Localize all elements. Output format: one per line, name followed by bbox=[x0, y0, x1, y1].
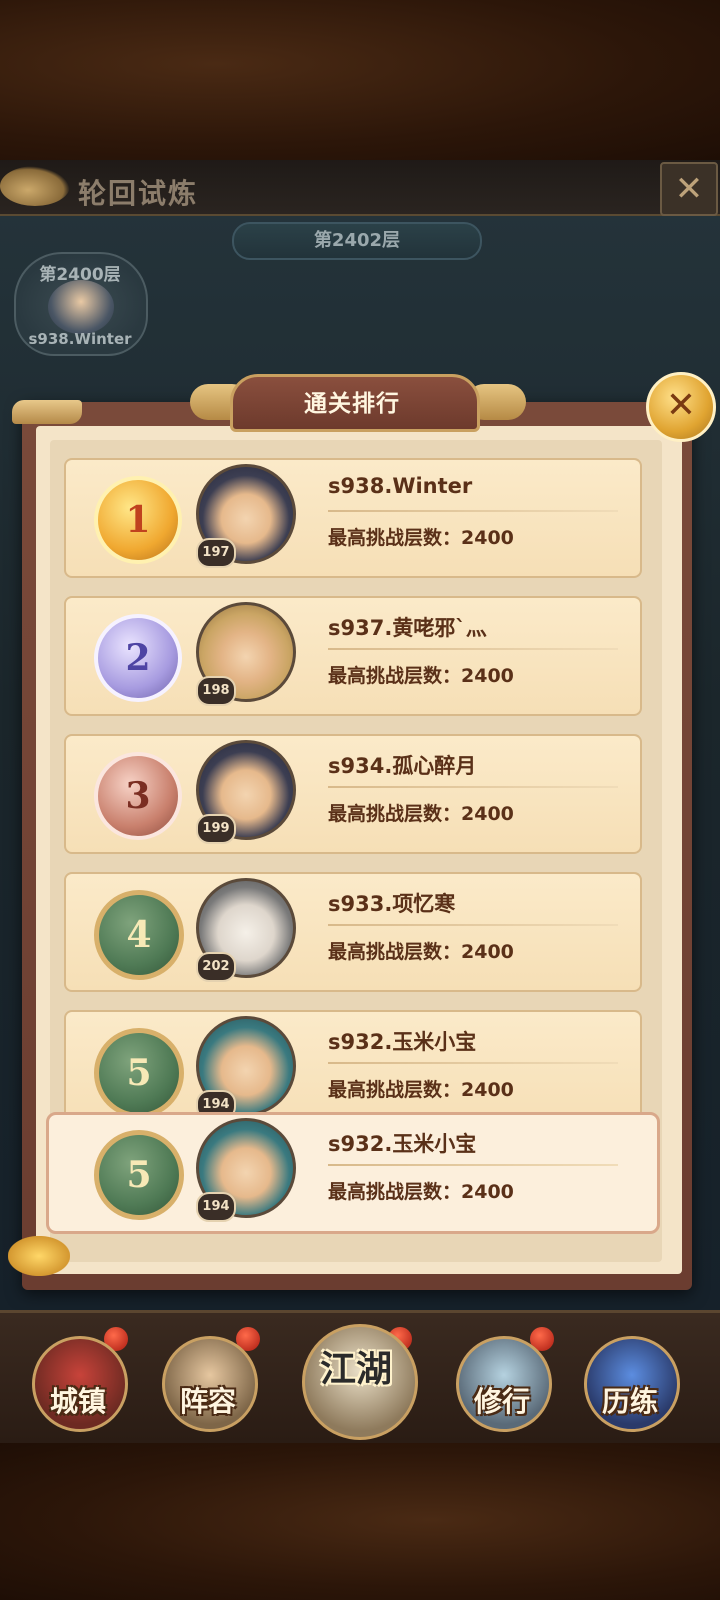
nav-cultivate-label: 修行 bbox=[473, 1385, 530, 1418]
best-floor-value: 2400 bbox=[461, 803, 514, 825]
row-divider bbox=[328, 648, 618, 650]
x-icon: ✕ bbox=[665, 385, 697, 426]
corner-decoration bbox=[12, 400, 82, 424]
rank-medal-icon: 1 bbox=[94, 476, 182, 564]
rank-medal-icon: 4 bbox=[94, 890, 184, 980]
best-floor-label: 最高挑战层数：2400 bbox=[328, 1075, 514, 1102]
player-name: s934.孤心醉月 bbox=[328, 754, 477, 778]
nav-jianghu-label: 江湖 bbox=[319, 1349, 392, 1390]
row-divider bbox=[328, 1062, 618, 1064]
best-floor-prefix: 最高挑战层数： bbox=[328, 941, 462, 963]
best-floor-value: 2400 bbox=[461, 1079, 514, 1101]
rank-medal-icon: 3 bbox=[94, 752, 182, 840]
best-floor-prefix: 最高挑战层数： bbox=[328, 803, 462, 825]
player-level-badge: 197 bbox=[196, 538, 236, 568]
best-floor-prefix: 最高挑战层数： bbox=[328, 665, 462, 687]
background-bottom bbox=[0, 1440, 720, 1600]
best-floor-value: 2400 bbox=[461, 1181, 514, 1203]
best-floor-value: 2400 bbox=[461, 941, 514, 963]
player-level-badge: 194 bbox=[196, 1192, 236, 1222]
best-floor-label: 最高挑战层数：2400 bbox=[328, 937, 514, 964]
modal-close-button[interactable]: ✕ bbox=[646, 372, 716, 442]
player-level-badge: 199 bbox=[196, 814, 236, 844]
best-floor-prefix: 最高挑战层数： bbox=[328, 527, 462, 549]
row-divider bbox=[328, 510, 618, 512]
player-level-badge: 198 bbox=[196, 676, 236, 706]
rank-medal-icon: 5 bbox=[94, 1028, 184, 1118]
player-name: s938.Winter bbox=[328, 474, 473, 498]
corner-decoration bbox=[8, 1236, 70, 1276]
best-floor-label: 最高挑战层数：2400 bbox=[328, 1177, 514, 1204]
player-name: s932.玉米小宝 bbox=[328, 1030, 477, 1054]
player-name: s937.黄咾邪`灬 bbox=[328, 616, 487, 640]
top-record-avatar bbox=[48, 280, 114, 334]
current-floor-label: 第2402层 bbox=[232, 222, 482, 260]
rank-medal-icon: 2 bbox=[94, 614, 182, 702]
best-floor-label: 最高挑战层数：2400 bbox=[328, 523, 514, 550]
cloud-decoration bbox=[0, 166, 70, 206]
best-floor-value: 2400 bbox=[461, 665, 514, 687]
row-divider bbox=[328, 924, 618, 926]
background-top bbox=[0, 0, 720, 160]
best-floor-label: 最高挑战层数：2400 bbox=[328, 661, 514, 688]
nav-town-label: 城镇 bbox=[49, 1385, 106, 1418]
modal-title: 通关排行 bbox=[304, 391, 400, 417]
row-divider bbox=[328, 786, 618, 788]
row-divider bbox=[328, 1164, 618, 1166]
best-floor-prefix: 最高挑战层数： bbox=[328, 1181, 462, 1203]
rank-medal-icon: 5 bbox=[94, 1130, 184, 1220]
nav-lineup-label: 阵容 bbox=[179, 1385, 236, 1418]
x-icon: ✕ bbox=[674, 169, 704, 209]
top-record-name: s938.Winter bbox=[28, 330, 132, 348]
page-title: 轮回试炼 bbox=[78, 177, 199, 210]
player-name: s932.玉米小宝 bbox=[328, 1132, 477, 1156]
best-floor-label: 最高挑战层数：2400 bbox=[328, 799, 514, 826]
nav-training-label: 历练 bbox=[601, 1385, 658, 1418]
player-name: s933.项忆寒 bbox=[328, 892, 456, 916]
player-level-badge: 202 bbox=[196, 952, 236, 982]
best-floor-prefix: 最高挑战层数： bbox=[328, 1079, 462, 1101]
best-floor-value: 2400 bbox=[461, 527, 514, 549]
header-close-button[interactable]: ✕ bbox=[660, 162, 718, 216]
